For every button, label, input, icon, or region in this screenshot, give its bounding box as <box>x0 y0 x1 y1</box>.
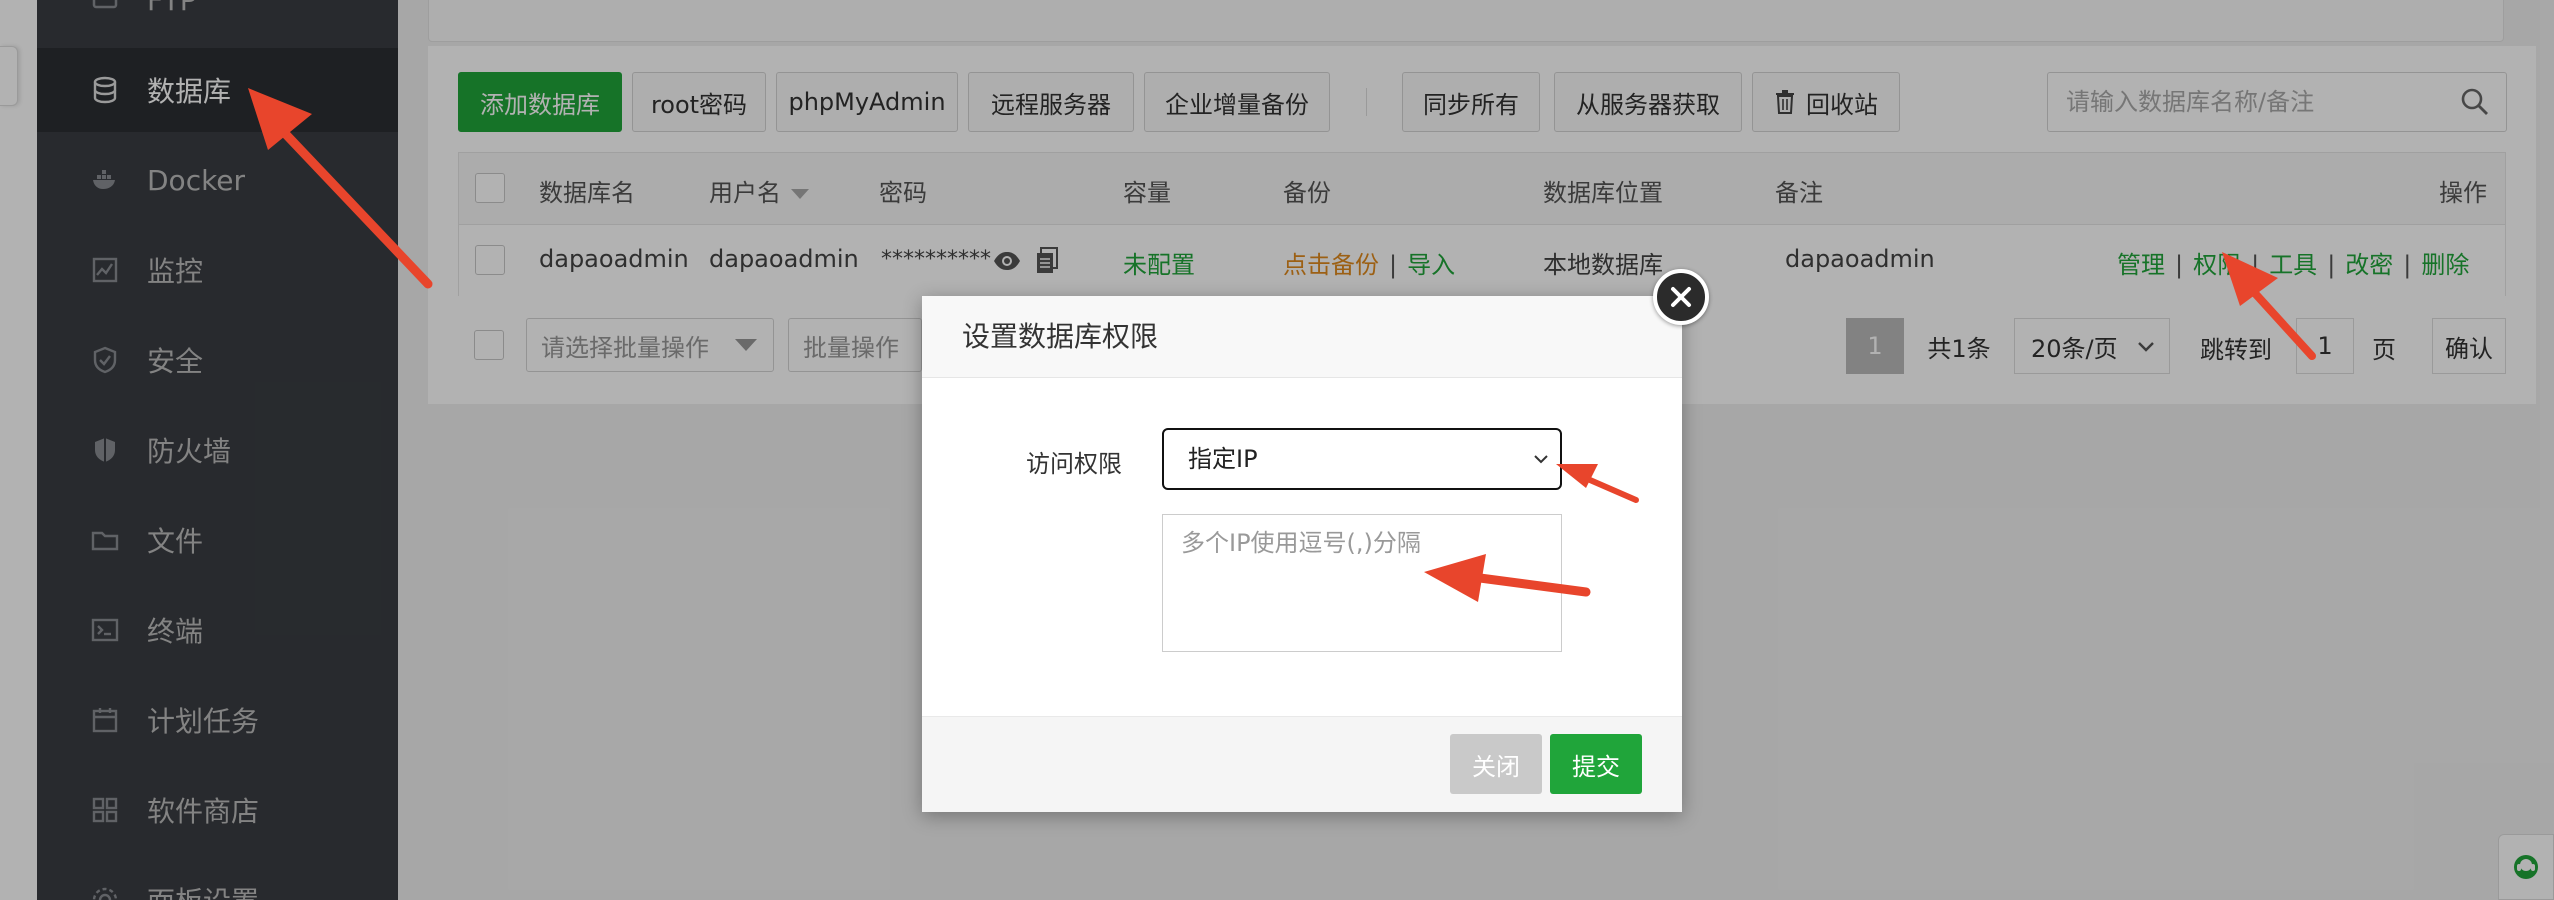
close-button[interactable]: 关闭 <box>1450 734 1542 794</box>
access-label: 访问权限 <box>1026 450 1122 478</box>
access-select[interactable]: 指定IP <box>1162 428 1562 490</box>
close-icon <box>1671 287 1691 307</box>
permission-dialog: 设置数据库权限 访问权限 指定IP 关闭 提交 <box>922 296 1682 812</box>
submit-button[interactable]: 提交 <box>1550 734 1642 794</box>
ip-list-textarea[interactable] <box>1162 514 1562 652</box>
dialog-close-icon[interactable] <box>1653 269 1709 325</box>
dialog-title: 设置数据库权限 <box>922 296 1682 378</box>
access-select-value: 指定IP <box>1188 445 1258 473</box>
chevron-down-icon <box>1534 455 1548 464</box>
